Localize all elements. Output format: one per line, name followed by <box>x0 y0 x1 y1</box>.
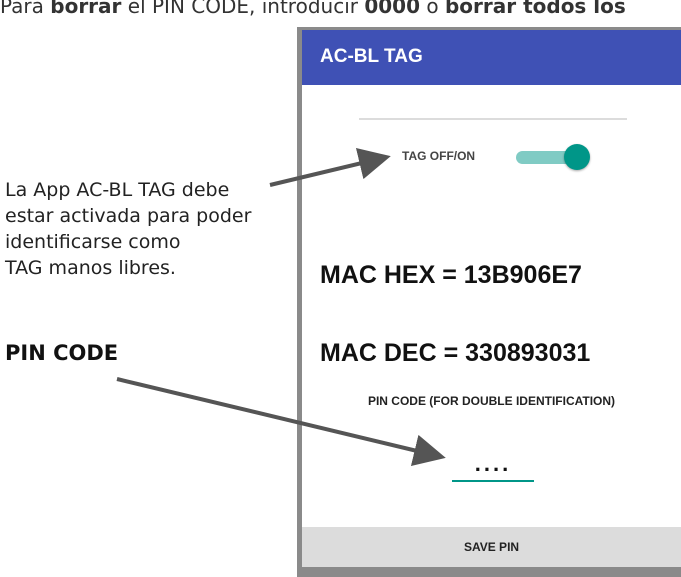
pin-arrow <box>116 377 446 466</box>
annotation-arrows <box>116 148 446 466</box>
toggle-arrow <box>269 148 391 187</box>
